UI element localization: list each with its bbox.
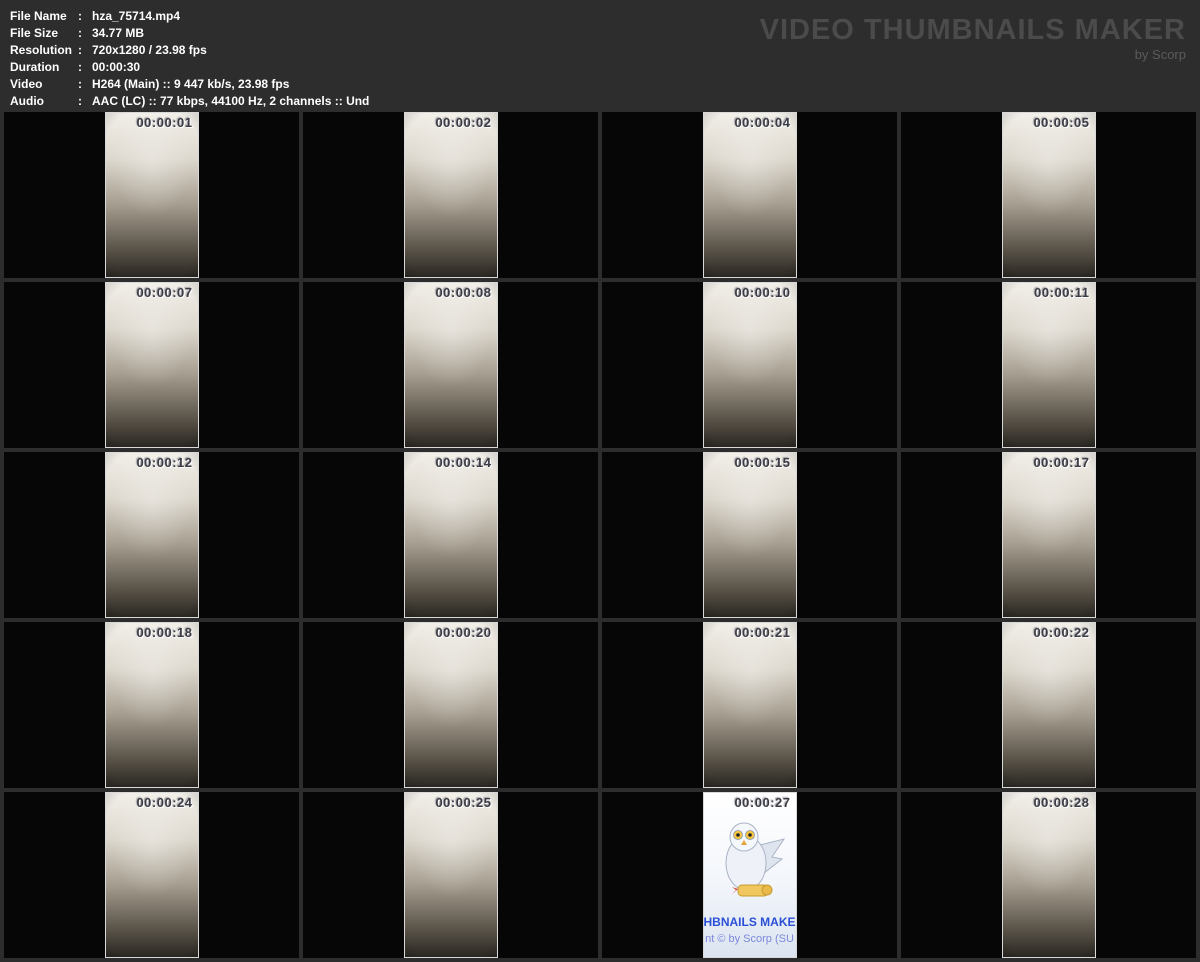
file-info-value: 00:00:30 <box>92 60 140 74</box>
grid-cell: 00:00:21 <box>602 622 897 788</box>
video-frame-thumbnail: 00:00:20 <box>404 622 498 788</box>
grid-cell: 00:00:28 <box>901 792 1196 958</box>
watermark-line1: HBNAILS MAKER <box>704 915 796 929</box>
timestamp-overlay: 00:00:14 <box>435 455 491 470</box>
timestamp-overlay: 00:00:12 <box>136 455 192 470</box>
timestamp-overlay: 00:00:25 <box>435 795 491 810</box>
timestamp-overlay: 00:00:11 <box>1034 285 1089 300</box>
video-frame-thumbnail: 00:00:04 <box>703 112 797 278</box>
timestamp-overlay: 00:00:18 <box>136 625 192 640</box>
file-info-value: AAC (LC) :: 77 kbps, 44100 Hz, 2 channel… <box>92 94 369 108</box>
watermark-line2: nt © by Scorp (SU <box>704 933 796 945</box>
file-info-value: 34.77 MB <box>92 26 144 40</box>
file-info-label: File Name <box>10 8 78 25</box>
grid-cell: 00:00:15 <box>602 452 897 618</box>
file-info-separator: : <box>78 8 92 25</box>
timestamp-overlay: 00:00:22 <box>1033 625 1089 640</box>
timestamp-overlay: 00:00:15 <box>734 455 790 470</box>
timestamp-overlay: 00:00:24 <box>136 795 192 810</box>
timestamp-overlay: 00:00:07 <box>136 285 192 300</box>
video-frame-thumbnail: 00:00:10 <box>703 282 797 448</box>
timestamp-overlay: 00:00:21 <box>734 625 790 640</box>
grid-cell: 00:00:05 <box>901 112 1196 278</box>
file-info-separator: : <box>78 25 92 42</box>
grid-cell: 00:00:12 <box>4 452 299 618</box>
grid-cell: 00:00:24 <box>4 792 299 958</box>
grid-cell: 00:00:22 <box>901 622 1196 788</box>
file-info-header: File Name:hza_75714.mp4File Size:34.77 M… <box>0 0 1200 108</box>
timestamp-overlay: 00:00:05 <box>1033 115 1089 130</box>
file-info-separator: : <box>78 59 92 76</box>
video-frame-thumbnail: 00:00:11 <box>1002 282 1096 448</box>
file-info-value: hza_75714.mp4 <box>92 9 180 23</box>
file-info-label: Duration <box>10 59 78 76</box>
grid-cell: 00:00:18 <box>4 622 299 788</box>
grid-cell: 00:00:01 <box>4 112 299 278</box>
timestamp-overlay: 00:00:27 <box>734 795 790 810</box>
video-frame-thumbnail: 00:00:08 <box>404 282 498 448</box>
timestamp-overlay: 00:00:01 <box>136 115 192 130</box>
video-frame-thumbnail: 00:00:15 <box>703 452 797 618</box>
video-frame-thumbnail: 00:00:22 <box>1002 622 1096 788</box>
file-info-value: 720x1280 / 23.98 fps <box>92 43 207 57</box>
video-frame-thumbnail: 00:00:14 <box>404 452 498 618</box>
grid-cell: 00:00:08 <box>303 282 598 448</box>
video-frame-thumbnail: 00:00:02 <box>404 112 498 278</box>
video-frame-thumbnail: 00:00:24 <box>105 792 199 958</box>
video-frame-thumbnail: 00:00:17 <box>1002 452 1096 618</box>
grid-cell: 00:00:02 <box>303 112 598 278</box>
thumbnail-grid: 00:00:01 00:00:02 00:00:04 00:00:05 00:00:07… <box>0 108 1200 962</box>
video-frame-thumbnail: 00:00:01 <box>105 112 199 278</box>
timestamp-overlay: 00:00:17 <box>1033 455 1089 470</box>
grid-cell: 00:00:10 <box>602 282 897 448</box>
grid-cell: HBNAILS MAKER nt © by Scorp (SU 00:00:27 <box>602 792 897 958</box>
grid-cell: 00:00:17 <box>901 452 1196 618</box>
watermark-thumbnail: HBNAILS MAKER nt © by Scorp (SU 00:00:27 <box>703 792 797 958</box>
contact-sheet: File Name:hza_75714.mp4File Size:34.77 M… <box>0 0 1200 962</box>
timestamp-overlay: 00:00:10 <box>734 285 790 300</box>
file-info-separator: : <box>78 76 92 93</box>
timestamp-overlay: 00:00:08 <box>435 285 491 300</box>
video-frame-thumbnail: 00:00:12 <box>105 452 199 618</box>
grid-cell: 00:00:04 <box>602 112 897 278</box>
grid-cell: 00:00:11 <box>901 282 1196 448</box>
file-info-label: File Size <box>10 25 78 42</box>
grid-cell: 00:00:07 <box>4 282 299 448</box>
watermark-text: HBNAILS MAKER nt © by Scorp (SU <box>704 915 796 945</box>
timestamp-overlay: 00:00:02 <box>435 115 491 130</box>
branding: VIDEO THUMBNAILS MAKER by Scorp <box>760 14 1186 62</box>
video-frame-thumbnail: 00:00:18 <box>105 622 199 788</box>
timestamp-overlay: 00:00:20 <box>435 625 491 640</box>
grid-cell: 00:00:14 <box>303 452 598 618</box>
grid-cell: 00:00:25 <box>303 792 598 958</box>
video-frame-thumbnail: 00:00:05 <box>1002 112 1096 278</box>
file-info-separator: : <box>78 42 92 59</box>
timestamp-overlay: 00:00:28 <box>1033 795 1089 810</box>
file-info-label: Resolution <box>10 42 78 59</box>
app-title: VIDEO THUMBNAILS MAKER <box>760 14 1186 46</box>
video-frame-thumbnail: 00:00:07 <box>105 282 199 448</box>
file-info-value: H264 (Main) :: 9 447 kb/s, 23.98 fps <box>92 77 289 91</box>
file-info-label: Video <box>10 76 78 93</box>
timestamp-overlay: 00:00:04 <box>734 115 790 130</box>
file-info-row: Video:H264 (Main) :: 9 447 kb/s, 23.98 f… <box>10 76 1200 93</box>
grid-cell: 00:00:20 <box>303 622 598 788</box>
video-frame-thumbnail: 00:00:25 <box>404 792 498 958</box>
video-frame-thumbnail: 00:00:21 <box>703 622 797 788</box>
app-subtitle: by Scorp <box>760 47 1186 62</box>
video-frame-thumbnail: 00:00:28 <box>1002 792 1096 958</box>
owl-logo-icon <box>714 817 786 909</box>
